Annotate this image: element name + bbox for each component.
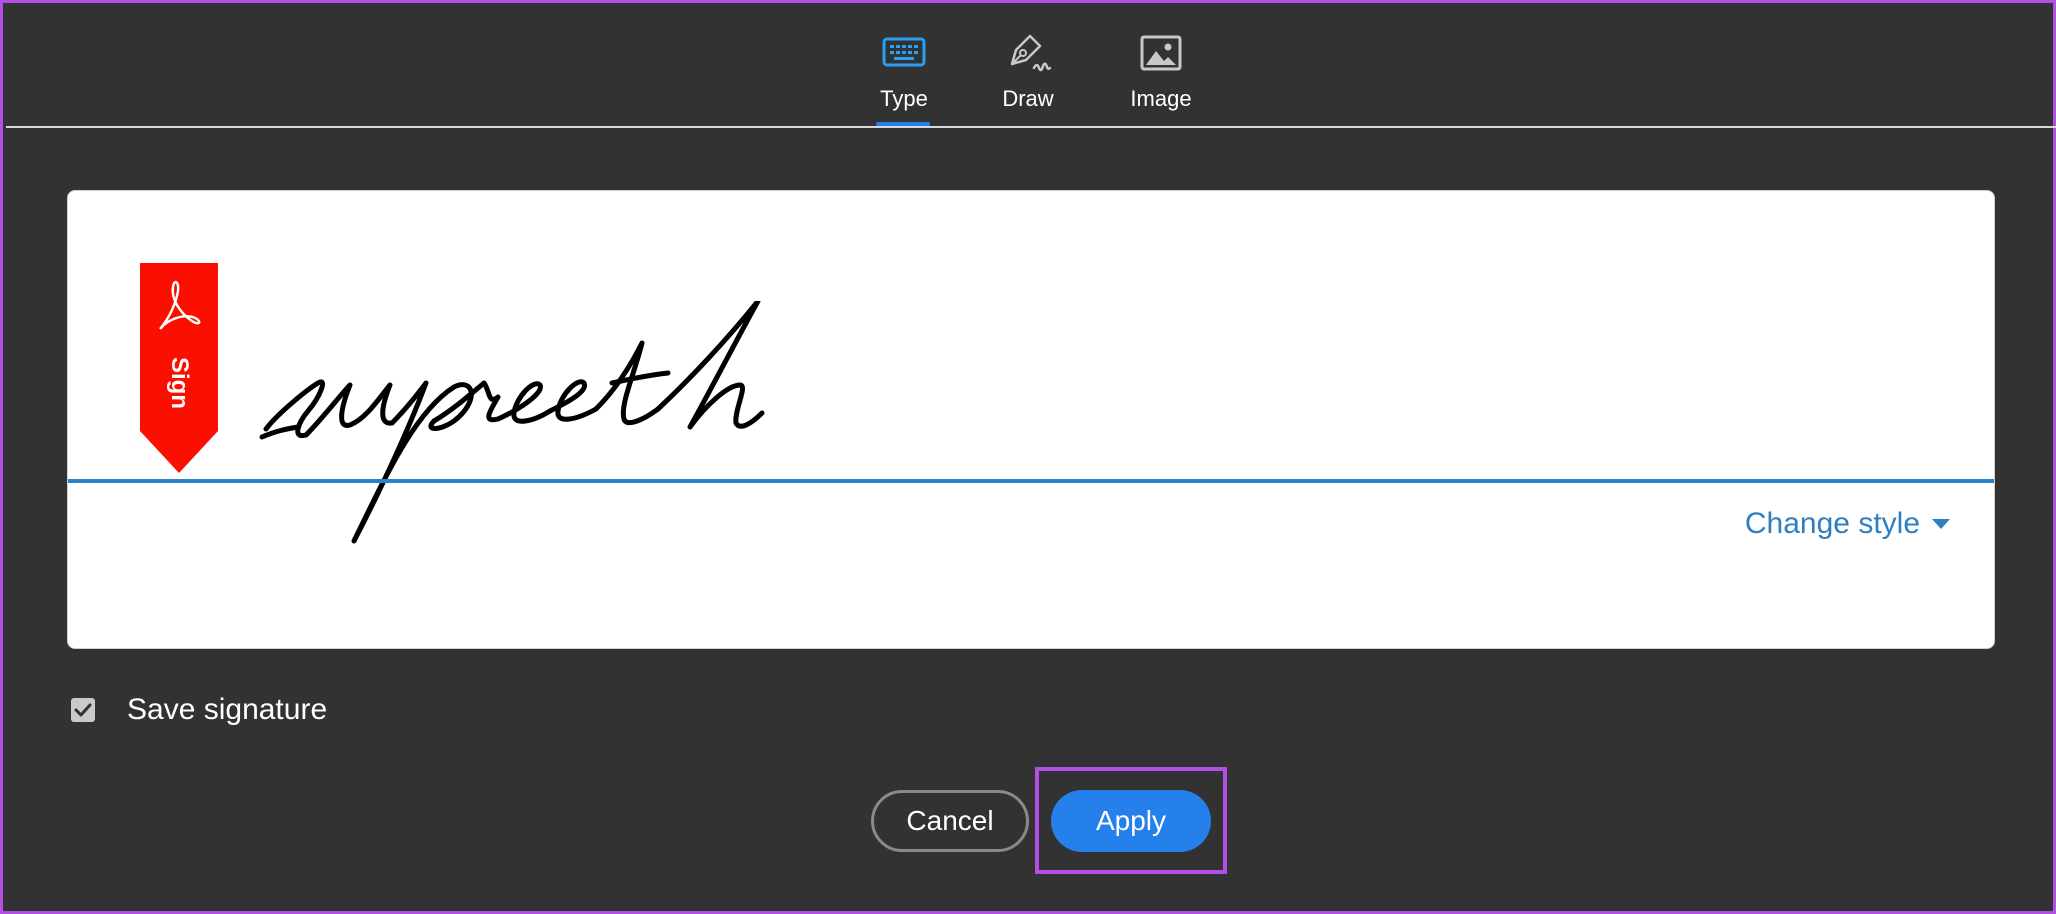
apply-button[interactable]: Apply <box>1051 790 1211 852</box>
tab-type[interactable]: Type <box>872 6 936 128</box>
sign-badge-text: Sign <box>166 357 193 409</box>
image-icon <box>1135 30 1187 76</box>
checkmark-icon <box>74 703 92 717</box>
signature-canvas[interactable]: Sign Change style <box>67 190 1995 649</box>
tab-type-label: Type <box>880 86 928 111</box>
signature-baseline <box>68 479 1994 483</box>
tab-image-label: Image <box>1130 86 1192 111</box>
pen-draw-icon <box>1002 30 1054 76</box>
tab-draw-label: Draw <box>1002 86 1054 111</box>
adobe-sign-badge: Sign <box>140 263 218 475</box>
keyboard-icon <box>878 30 930 76</box>
active-tab-indicator <box>876 122 930 126</box>
change-style-dropdown[interactable]: Change style <box>1745 507 1950 541</box>
signature-dialog: Type Draw Image Sign Change style Save s… <box>0 0 2056 914</box>
signature-mode-tabs: Type Draw Image <box>6 6 2056 128</box>
change-style-label: Change style <box>1744 507 1920 540</box>
save-signature-checkbox[interactable] <box>71 698 95 722</box>
typed-signature <box>259 301 765 544</box>
tab-draw[interactable]: Draw <box>994 6 1062 128</box>
save-signature-row: Save signature <box>71 693 327 727</box>
chevron-down-icon <box>1932 519 1950 529</box>
tab-image[interactable]: Image <box>1124 6 1198 128</box>
cancel-button[interactable]: Cancel <box>871 790 1029 852</box>
save-signature-label: Save signature <box>127 693 328 726</box>
